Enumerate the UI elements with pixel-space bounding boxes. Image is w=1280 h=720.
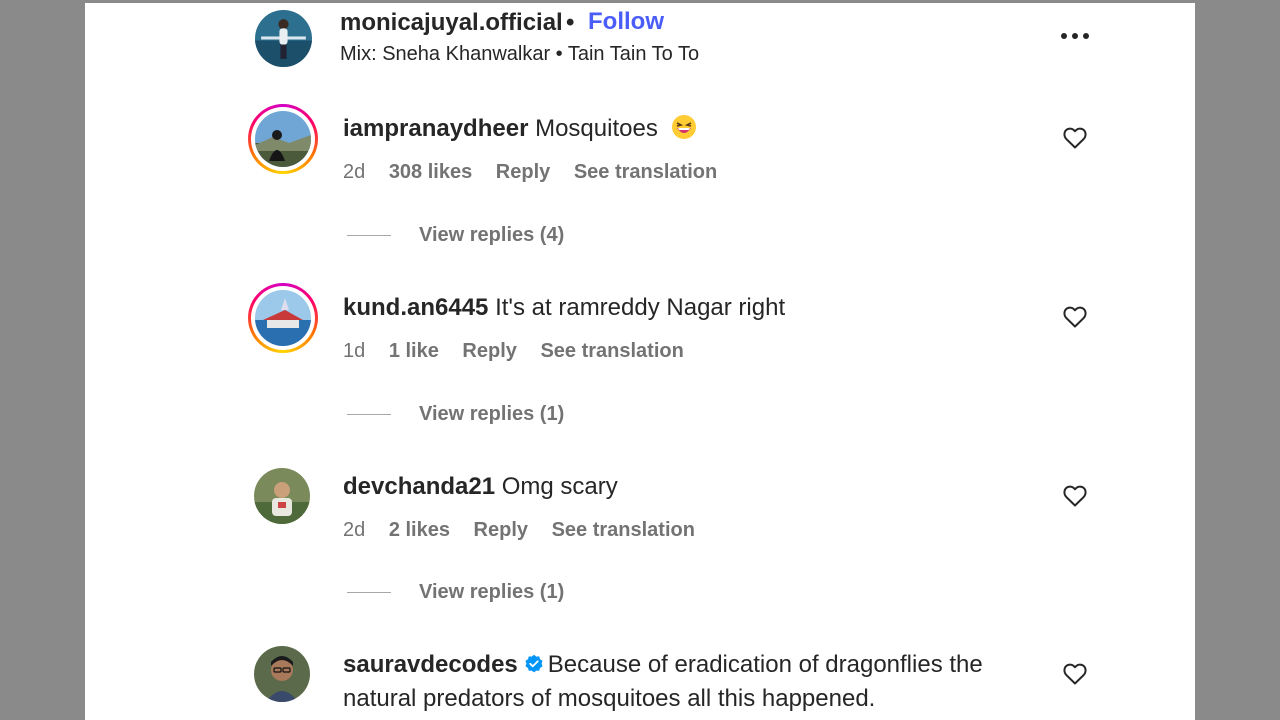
see-translation-button[interactable]: See translation	[540, 340, 683, 362]
comment-body: devchanda21 Omg scary	[343, 470, 618, 504]
comment-likes[interactable]: 308 likes	[389, 161, 472, 183]
comment-likes[interactable]: 1 like	[389, 340, 439, 362]
comment-meta: 2d 2 likes Reply See translation	[343, 519, 713, 542]
comment-meta: 1d 1 like Reply See translation	[343, 340, 702, 363]
follow-button[interactable]: Follow	[588, 8, 664, 36]
comment-age: 2d	[343, 161, 366, 183]
see-translation-button[interactable]: See translation	[574, 161, 717, 183]
comment-meta: 2d 308 likes Reply See translation	[343, 161, 735, 184]
view-replies-label: View replies (1)	[419, 581, 565, 603]
reply-button[interactable]: Reply	[462, 340, 516, 362]
comment-username[interactable]: iampranaydheer	[343, 115, 528, 142]
story-ring[interactable]	[248, 283, 318, 353]
replies-divider-line	[347, 235, 391, 237]
view-replies-button[interactable]: View replies (1)	[347, 581, 564, 604]
comment-username[interactable]: kund.an6445	[343, 294, 488, 321]
verified-badge-icon	[525, 654, 543, 673]
comment-age: 2d	[343, 519, 366, 541]
comment-likes[interactable]: 2 likes	[389, 519, 450, 541]
commenter-avatar[interactable]	[254, 468, 310, 524]
commenter-avatar[interactable]	[254, 646, 310, 702]
view-replies-label: View replies (4)	[419, 224, 565, 246]
comment-body: sauravdecodes Because of eradication of …	[343, 648, 983, 716]
see-translation-button[interactable]: See translation	[552, 519, 695, 541]
comment-username[interactable]: sauravdecodes	[343, 651, 518, 678]
view-replies-button[interactable]: View replies (1)	[347, 403, 564, 426]
comment-text: It's at ramreddy Nagar right	[495, 294, 786, 321]
replies-divider-line	[347, 592, 391, 594]
story-ring[interactable]	[248, 104, 318, 174]
replies-divider-line	[347, 414, 391, 416]
post-author-avatar[interactable]	[255, 10, 312, 67]
reply-button[interactable]: Reply	[474, 519, 528, 541]
like-heart-icon[interactable]	[1062, 305, 1088, 329]
like-heart-icon[interactable]	[1062, 662, 1088, 686]
comment-username[interactable]: devchanda21	[343, 473, 495, 500]
like-heart-icon[interactable]	[1062, 126, 1088, 150]
comment-text: Omg scary	[501, 473, 618, 500]
comments-panel: monicajuyal.official • Follow Mix: Sneha…	[85, 3, 1195, 720]
more-options-icon[interactable]	[1059, 23, 1093, 47]
comment-age: 1d	[343, 340, 366, 362]
comment-body: iampranaydheer Mosquitoes	[343, 112, 697, 146]
commenter-avatar	[255, 290, 311, 346]
header-separator: •	[566, 9, 575, 36]
comment-text-line2: natural predators of mosquitoes all this…	[343, 685, 876, 712]
post-author-username[interactable]: monicajuyal.official	[340, 9, 563, 37]
commenter-avatar	[255, 111, 311, 167]
comment-text-line1: Because of eradication of dragonflies th…	[547, 651, 983, 678]
view-replies-label: View replies (1)	[419, 403, 565, 425]
comment-body: kund.an6445 It's at ramreddy Nagar right	[343, 291, 785, 325]
comment-text: Mosquitoes	[535, 115, 658, 142]
like-heart-icon[interactable]	[1062, 484, 1088, 508]
reply-button[interactable]: Reply	[496, 161, 550, 183]
audio-track-label[interactable]: Mix: Sneha Khanwalkar • Tain Tain To To	[340, 43, 699, 66]
grinning-squinting-face-emoji	[671, 115, 696, 139]
view-replies-button[interactable]: View replies (4)	[347, 224, 564, 247]
